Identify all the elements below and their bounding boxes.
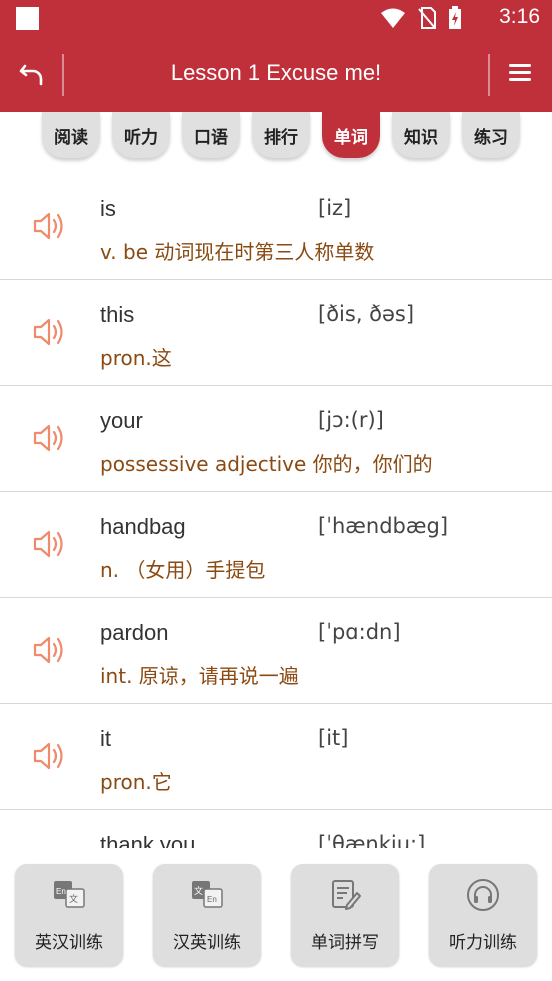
list-item[interactable]: pardon [ˈpɑ:dn] int. 原谅，请再说一遍: [0, 598, 552, 704]
tab-words[interactable]: 单词: [322, 112, 380, 158]
tab-reading[interactable]: 阅读: [42, 112, 100, 158]
spelling-pen-icon: [332, 880, 361, 910]
word-text: pardon: [100, 620, 169, 645]
speaker-icon[interactable]: [32, 314, 68, 350]
divider: [488, 54, 490, 96]
button-label: 单词拼写: [311, 933, 379, 953]
phonetic-text: [iz]: [318, 196, 352, 220]
back-button[interactable]: [14, 56, 50, 92]
no-sim-icon: [418, 7, 436, 29]
app-bar: Lesson 1 Excuse me!: [0, 38, 552, 112]
meaning-text: pron.这: [100, 346, 172, 370]
svg-text:En: En: [56, 887, 66, 896]
list-item[interactable]: is [iz] v. be 动词现在时第三人称单数: [0, 174, 552, 280]
status-icons: [380, 6, 462, 30]
phonetic-text: [ˈhændbæg]: [318, 514, 449, 538]
meaning-text: pron.它: [100, 770, 172, 794]
list-item[interactable]: this [ðis, ðəs] pron.这: [0, 280, 552, 386]
list-item[interactable]: your [jɔ:(r)] possessive adjective 你的，你们…: [0, 386, 552, 492]
word-text: your: [100, 408, 143, 433]
word-text: it: [100, 726, 111, 751]
listening-training-button[interactable]: 听力训练: [429, 864, 537, 966]
phonetic-text: [it]: [318, 726, 349, 750]
speaker-icon[interactable]: [32, 738, 68, 774]
menu-icon: [509, 64, 531, 67]
button-label: 听力训练: [449, 933, 517, 953]
en-zh-translate-icon: En 文: [54, 881, 85, 908]
menu-icon-bar: [509, 78, 531, 81]
svg-text:En: En: [207, 895, 217, 904]
speaker-icon[interactable]: [32, 208, 68, 244]
page-title: Lesson 1 Excuse me!: [170, 60, 382, 85]
notification-icon: [16, 7, 39, 30]
phonetic-text: [jɔ:(r)]: [318, 408, 384, 432]
speaker-icon[interactable]: [32, 526, 68, 562]
status-time: 3:16: [499, 5, 540, 28]
headphones-icon: [467, 879, 499, 911]
tab-listening[interactable]: 听力: [112, 112, 170, 158]
status-bar: 3:16: [0, 0, 552, 38]
button-label: 汉英训练: [173, 933, 241, 953]
bottom-action-bar: En 文 英汉训练 文 En 汉英训练 单词拼写 听力训练: [0, 848, 552, 981]
phonetic-text: [ðis, ðəs]: [318, 302, 415, 326]
divider: [62, 54, 64, 96]
zh-en-translate-icon: 文 En: [192, 881, 223, 908]
menu-icon-bar: [509, 71, 531, 74]
meaning-text: possessive adjective 你的，你们的: [100, 452, 433, 476]
tab-exercise[interactable]: 练习: [462, 112, 520, 158]
meaning-text: n. （女用）手提包: [100, 558, 266, 582]
menu-button[interactable]: [504, 60, 536, 90]
button-label: 英汉训练: [35, 933, 103, 953]
svg-text:文: 文: [69, 893, 78, 905]
word-text: is: [100, 196, 116, 221]
word-text: this: [100, 302, 135, 327]
speaker-icon[interactable]: [32, 632, 68, 668]
word-list: is [iz] v. be 动词现在时第三人称单数 this [ðis, ðəs…: [0, 174, 552, 916]
word-spelling-button[interactable]: 单词拼写: [291, 864, 399, 966]
zh-en-training-button[interactable]: 文 En 汉英训练: [153, 864, 261, 966]
svg-text:文: 文: [194, 885, 203, 897]
battery-charging-icon: [449, 6, 461, 29]
speaker-icon[interactable]: [32, 420, 68, 456]
word-text: handbag: [100, 514, 186, 539]
list-item[interactable]: it [it] pron.它: [0, 704, 552, 810]
back-arrow-icon: [19, 64, 43, 86]
tab-speaking[interactable]: 口语: [182, 112, 240, 158]
list-item[interactable]: handbag [ˈhændbæg] n. （女用）手提包: [0, 492, 552, 598]
wifi-icon: [381, 8, 405, 28]
phonetic-text: [ˈpɑ:dn]: [318, 620, 401, 644]
tab-bar: 阅读 听力 口语 排行 单词 知识 练习: [0, 112, 552, 164]
meaning-text: v. be 动词现在时第三人称单数: [100, 240, 375, 264]
meaning-text: int. 原谅，请再说一遍: [100, 664, 299, 688]
en-zh-training-button[interactable]: En 文 英汉训练: [15, 864, 123, 966]
tab-ranking[interactable]: 排行: [252, 112, 310, 158]
tab-knowledge[interactable]: 知识: [392, 112, 450, 158]
